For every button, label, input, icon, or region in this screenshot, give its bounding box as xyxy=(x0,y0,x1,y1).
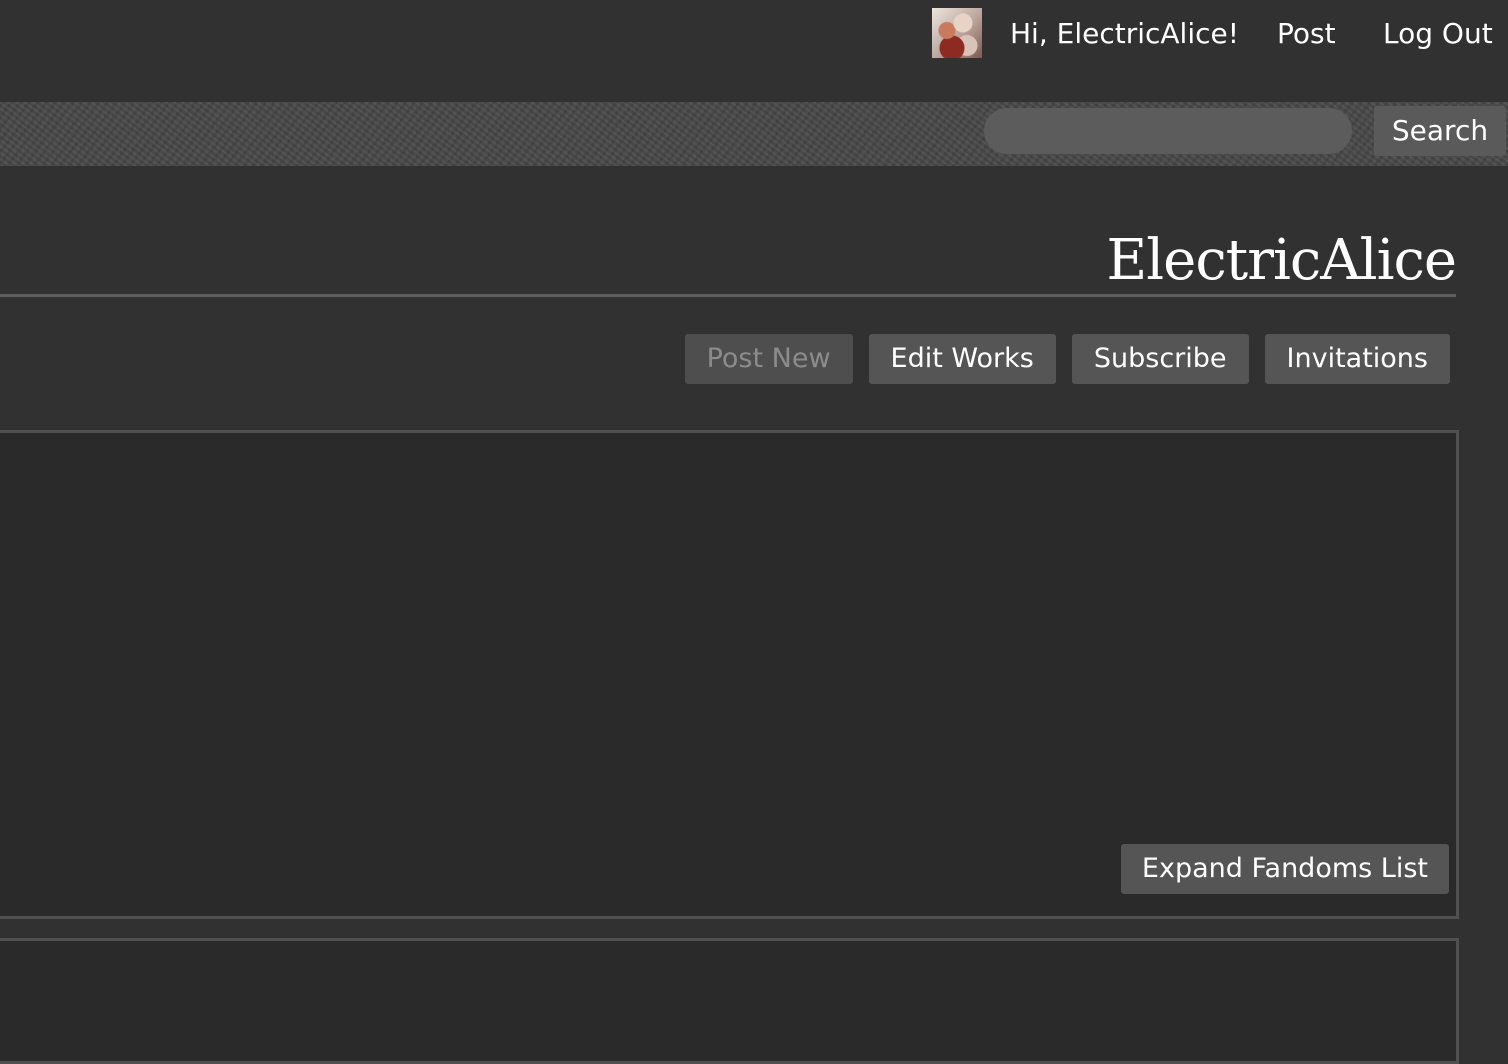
user-avatar-icon[interactable] xyxy=(932,8,982,58)
search-input[interactable] xyxy=(984,108,1352,154)
fandoms-panel: Expand Fandoms List xyxy=(0,430,1459,919)
greeting-link[interactable]: Hi, ElectricAlice! xyxy=(1010,15,1239,53)
title-divider xyxy=(0,294,1456,297)
search-bar: Search xyxy=(0,102,1508,166)
invitations-button[interactable]: Invitations xyxy=(1264,334,1450,384)
page-title: ElectricAlice xyxy=(1106,228,1457,293)
works-panel xyxy=(0,938,1459,1064)
post-new-button[interactable]: Post New xyxy=(684,334,853,384)
edit-works-button[interactable]: Edit Works xyxy=(868,334,1056,384)
expand-fandoms-button[interactable]: Expand Fandoms List xyxy=(1120,844,1449,894)
post-link[interactable]: Post xyxy=(1277,15,1336,53)
subscribe-button[interactable]: Subscribe xyxy=(1071,334,1249,384)
search-button[interactable]: Search xyxy=(1374,106,1506,156)
profile-actions: Post New Edit Works Subscribe Invitation… xyxy=(684,334,1450,384)
user-top-bar: Hi, ElectricAlice! Post Log Out xyxy=(0,0,1508,102)
log-out-link[interactable]: Log Out xyxy=(1383,15,1493,53)
